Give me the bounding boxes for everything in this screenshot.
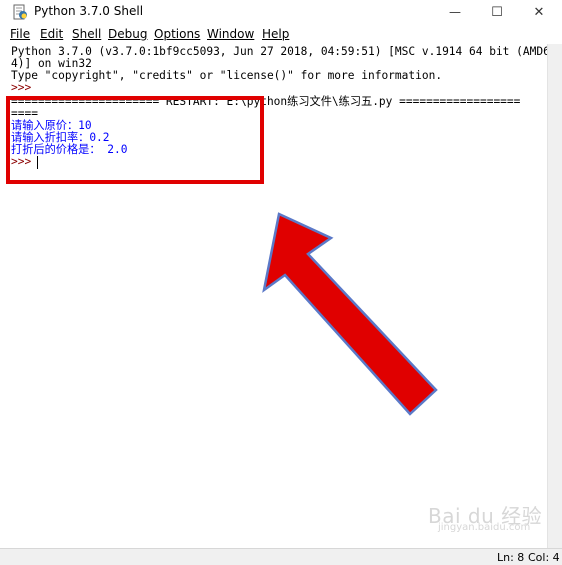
menu-options[interactable]: Options [154,27,200,41]
menu-shell[interactable]: Shell [72,27,101,41]
menu-file[interactable]: File [10,27,30,41]
title-bar: Python 3.7.0 Shell — ☐ ✕ [0,0,562,24]
annotation-highlight-box [6,96,264,184]
status-bar: Ln: 8 Col: 4 [0,548,562,565]
menu-help[interactable]: Help [262,27,289,41]
vertical-scrollbar[interactable] [547,44,562,548]
menu-bar: File Edit Shell Debug Options Window Hel… [0,24,562,45]
banner-line-3: Type "copyright", "credits" or "license(… [11,69,443,82]
status-line: Ln: 8 [497,551,525,564]
minimize-icon: — [449,5,461,19]
menu-edit[interactable]: Edit [40,27,63,41]
python-idle-icon [13,4,27,20]
close-icon: ✕ [533,4,545,20]
baidu-watermark-url: jingyan.baidu.com [438,522,531,533]
window-title: Python 3.7.0 Shell [34,4,144,18]
status-col: Col: 4 [528,551,560,564]
maximize-icon: ☐ [491,4,503,20]
prompt-1: >>> [11,81,32,94]
menu-window[interactable]: Window [207,27,254,41]
minimize-button[interactable]: — [432,0,478,24]
maximize-button[interactable]: ☐ [474,0,520,24]
close-button[interactable]: ✕ [516,0,562,24]
menu-debug[interactable]: Debug [108,27,147,41]
